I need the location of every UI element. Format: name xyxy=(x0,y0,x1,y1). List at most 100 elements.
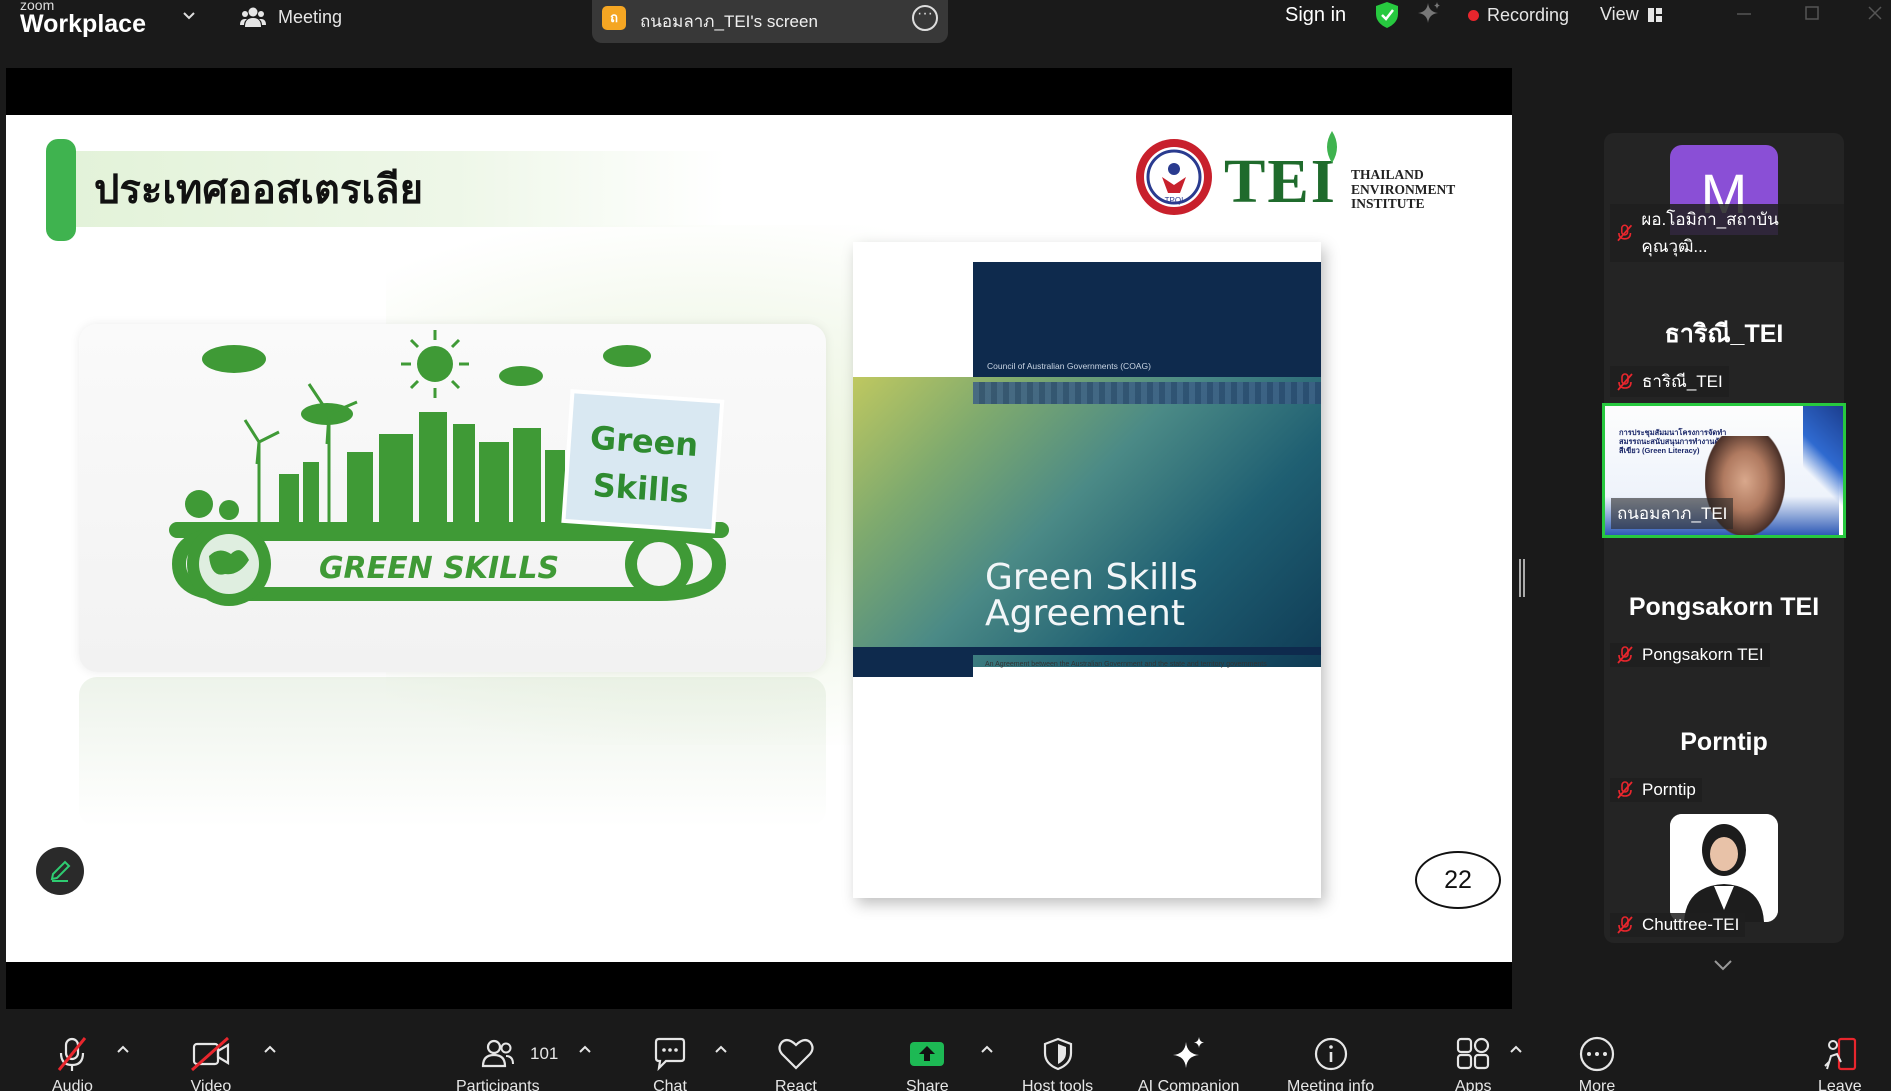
mic-muted-icon xyxy=(1617,781,1633,799)
brand-big-text: Workplace xyxy=(20,10,146,38)
image-reflection xyxy=(79,677,826,827)
info-icon xyxy=(1314,1037,1347,1071)
shared-screen-area[interactable]: ประเทศออสเตรเลีย TPQI TEI THAILAND ENVIR… xyxy=(6,68,1512,1009)
chevron-up-icon[interactable] xyxy=(1509,1044,1523,1054)
participant-name-tag: ธาริณี_TEI xyxy=(1610,366,1729,397)
pen-icon xyxy=(50,860,71,882)
cover-publisher: Council of Australian Governments (COAG) xyxy=(987,361,1151,371)
ai-sparkle-icon xyxy=(1172,1037,1204,1068)
scroll-down-chevron-icon[interactable] xyxy=(1711,957,1735,973)
active-speaker-tile[interactable]: การประชุมสัมมนาโครงการจัดทำสมรรถนะสนับสน… xyxy=(1602,403,1846,538)
participant-name: Chuttree-TEI xyxy=(1642,915,1740,934)
speaker-slide-corner xyxy=(1803,406,1843,535)
avatar xyxy=(1670,814,1778,922)
sign-in-link[interactable]: Sign in xyxy=(1285,4,1346,27)
participants-icon xyxy=(481,1039,514,1068)
participant-name: ถนอมลาภ_TEI xyxy=(1617,504,1728,523)
participants-label: Participants xyxy=(456,1078,540,1091)
participant-tile[interactable]: Chuttree-TEI xyxy=(1604,808,1844,943)
tei-logo: TPQI TEI THAILAND ENVIRONMENT INSTITUTE xyxy=(1134,129,1474,229)
participant-display-name: Porntip xyxy=(1680,728,1768,756)
slide-title: ประเทศออสเตรเลีย xyxy=(94,167,424,213)
cover-bottom-line xyxy=(973,647,1321,655)
tei-org-name: THAILAND ENVIRONMENT INSTITUTE xyxy=(1351,167,1456,212)
chat-button[interactable]: Chat xyxy=(652,1036,688,1091)
heart-icon xyxy=(778,1038,814,1070)
zoom-workplace-logo[interactable]: zoom Workplace xyxy=(20,0,146,37)
chevron-up-icon[interactable] xyxy=(714,1044,728,1054)
close-window-icon[interactable] xyxy=(1866,4,1884,22)
shared-screen-title: ถนอมลาภ_TEI's screen xyxy=(640,12,818,31)
participant-name: Porntip xyxy=(1642,780,1696,799)
participant-tile[interactable]: Pongsakorn TEI Pongsakorn TEI xyxy=(1604,538,1844,673)
minimize-icon[interactable] xyxy=(1735,4,1753,22)
participant-name-tag: Chuttree-TEI xyxy=(1610,913,1746,937)
share-button[interactable]: Share xyxy=(906,1036,949,1091)
leaf-icon xyxy=(1327,131,1337,163)
ai-companion-label: AI Companion xyxy=(1138,1078,1240,1091)
host-tools-label: Host tools xyxy=(1022,1078,1094,1091)
participant-name-tag: Pongsakorn TEI xyxy=(1610,643,1770,667)
more-options-icon[interactable] xyxy=(912,5,938,31)
participant-panel[interactable]: M ผอ.โอมิกา_สถาบันคุณวุฒิ... ธาริณี_TEI … xyxy=(1602,133,1846,943)
ai-sparkle-icon[interactable] xyxy=(1417,1,1443,27)
participants-button[interactable]: Participants xyxy=(456,1036,540,1091)
more-button[interactable]: More xyxy=(1578,1036,1616,1091)
cover-title-line-1: Green Skills xyxy=(985,557,1198,598)
chat-icon xyxy=(654,1037,686,1072)
report-cover: Council of Australian Governments (COAG)… xyxy=(853,242,1321,898)
profile-photo xyxy=(1670,814,1778,922)
audio-button[interactable]: Audio xyxy=(52,1036,93,1091)
solar-panel-strip xyxy=(973,382,1321,404)
shared-screen-pill[interactable]: ถ ถนอมลาภ_TEI's screen xyxy=(592,0,948,43)
brand-small-text: zoom xyxy=(20,0,55,10)
leave-icon xyxy=(1824,1037,1856,1071)
tei-wordmark: TEI xyxy=(1224,148,1337,216)
participant-name-tag: ถนอมลาภ_TEI xyxy=(1611,498,1734,529)
audio-label: Audio xyxy=(52,1078,93,1091)
mic-muted-icon xyxy=(1617,916,1633,934)
panel-resize-handle[interactable] xyxy=(1519,559,1525,597)
chevron-up-icon[interactable] xyxy=(116,1044,130,1054)
chevron-up-icon[interactable] xyxy=(980,1044,994,1054)
tpqi-seal-icon: TPQI xyxy=(1136,139,1212,215)
annotate-button[interactable] xyxy=(36,847,84,895)
org-line-2: ENVIRONMENT xyxy=(1351,181,1456,197)
recording-indicator[interactable]: Recording xyxy=(1468,5,1569,26)
host-tools-button[interactable]: Host tools xyxy=(1022,1036,1093,1091)
green-city-gear-graphic: GREEN SKILLS Green Skills xyxy=(169,330,729,606)
gear-band-text: GREEN SKILLS xyxy=(319,551,559,586)
react-button[interactable]: React xyxy=(775,1036,817,1091)
more-label: More xyxy=(1578,1078,1616,1091)
security-shield-icon[interactable] xyxy=(1374,1,1400,29)
participant-name: ธาริณี_TEI xyxy=(1642,372,1723,391)
cover-bottom-block xyxy=(853,647,973,677)
video-button[interactable]: Video xyxy=(190,1036,232,1091)
chevron-up-icon[interactable] xyxy=(263,1044,277,1054)
record-dot-icon xyxy=(1468,10,1479,21)
video-label: Video xyxy=(190,1078,232,1091)
ai-companion-button[interactable]: AI Companion xyxy=(1138,1036,1239,1091)
participant-display-name: ธาริณี_TEI xyxy=(1664,320,1784,348)
view-menu[interactable]: View xyxy=(1600,4,1663,25)
chevron-up-icon[interactable] xyxy=(578,1044,592,1054)
top-bar: zoom Workplace Meeting ถ ถนอมลาภ_TEI's s… xyxy=(0,0,1891,50)
people-icon xyxy=(240,7,266,27)
participant-tile[interactable]: M ผอ.โอมิกา_สถาบันคุณวุฒิ... xyxy=(1604,133,1844,268)
green-skills-illustration: GREEN SKILLS Green Skills xyxy=(79,324,826,672)
participant-name: ผอ.โอมิกา_สถาบันคุณวุฒิ... xyxy=(1641,210,1779,256)
cover-title-line-2: Agreement xyxy=(985,593,1185,634)
leave-button[interactable]: Leave xyxy=(1818,1036,1862,1091)
apps-button[interactable]: Apps xyxy=(1455,1036,1491,1091)
participant-tile[interactable]: Porntip Porntip xyxy=(1604,673,1844,808)
meeting-menu[interactable]: Meeting xyxy=(240,5,342,29)
chat-label: Chat xyxy=(653,1078,687,1091)
maximize-icon[interactable] xyxy=(1803,4,1821,22)
participant-name-tag: Porntip xyxy=(1610,778,1702,802)
chevron-down-icon[interactable] xyxy=(181,8,197,24)
participant-tile[interactable]: ธาริณี_TEI ธาริณี_TEI xyxy=(1604,268,1844,403)
meeting-info-button[interactable]: Meeting info xyxy=(1287,1036,1374,1091)
cover-title: Green Skills Agreement xyxy=(985,560,1198,632)
slide-page-number: 22 xyxy=(1415,851,1501,909)
apps-icon xyxy=(1457,1037,1490,1070)
